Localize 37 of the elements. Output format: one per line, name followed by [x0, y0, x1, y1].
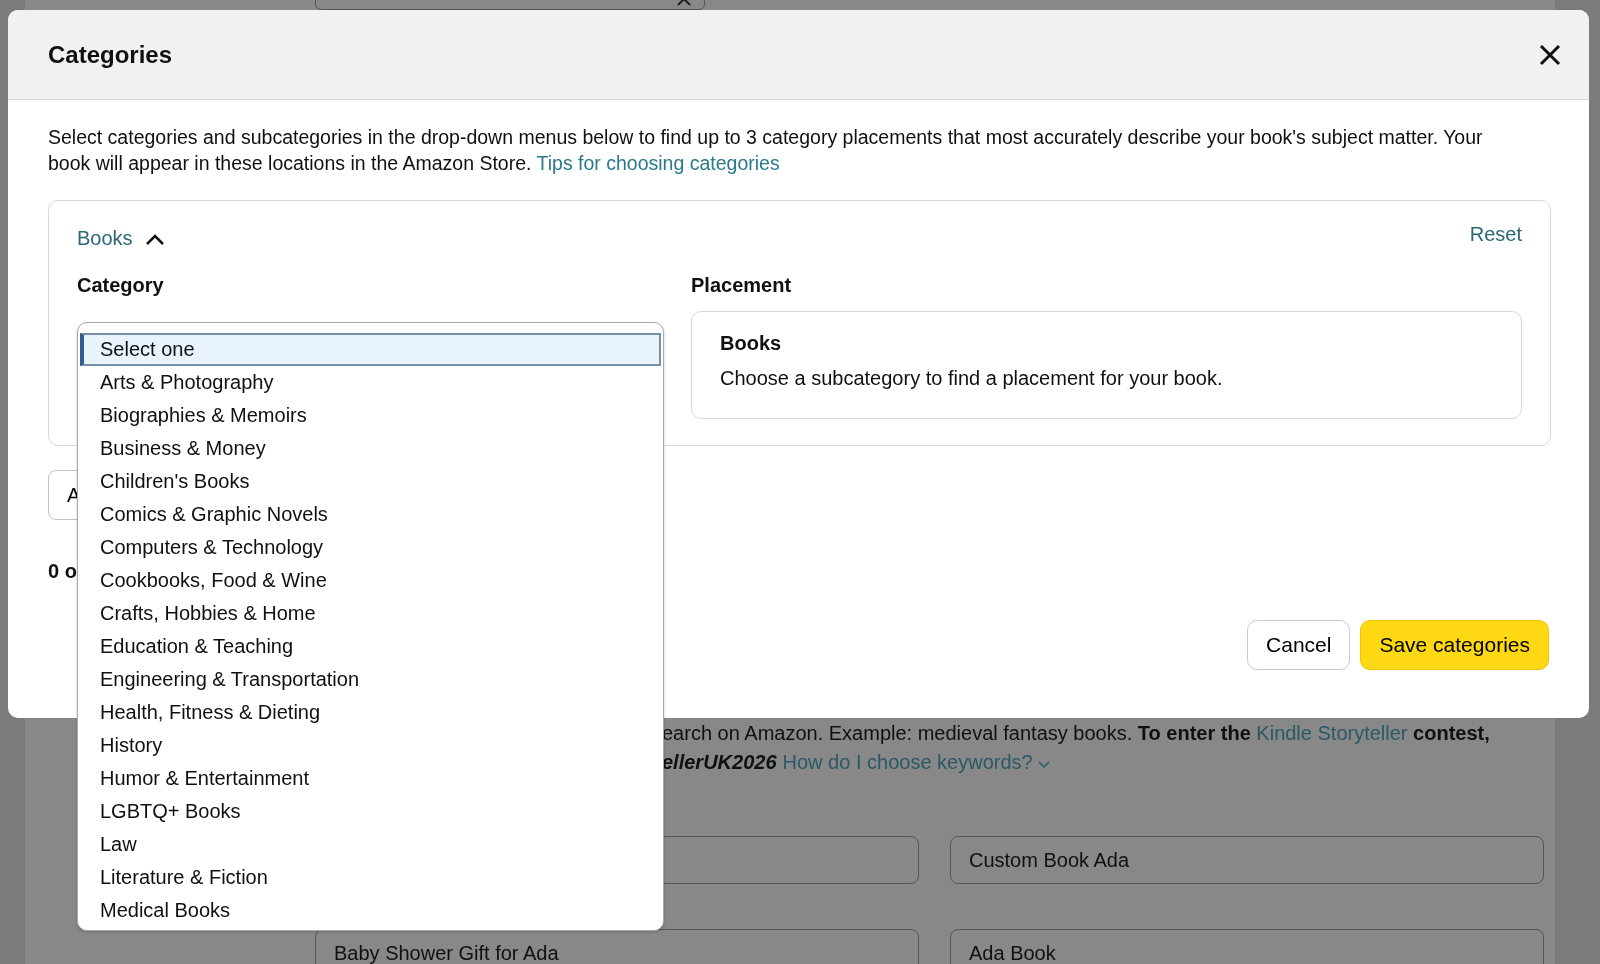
caret-icon: [1038, 761, 1051, 769]
close-icon[interactable]: [1539, 43, 1561, 66]
category-option[interactable]: Law: [80, 828, 661, 861]
category-option[interactable]: Computers & Technology: [80, 531, 661, 564]
books-toggle[interactable]: Books: [77, 227, 165, 250]
category-count: 0 o: [48, 560, 77, 583]
category-option[interactable]: Medical Books: [80, 894, 661, 927]
category-option[interactable]: Crafts, Hobbies & Home: [80, 597, 661, 630]
placement-label: Placement: [691, 274, 793, 297]
dialog-title: Categories: [48, 40, 173, 69]
reset-link[interactable]: Reset: [1469, 223, 1522, 246]
keywords-description: earch on Amazon. Example: medieval fantasy books. To enter the Kindle Storyteller contest,: [662, 722, 1490, 745]
save-button[interactable]: Save categories: [1360, 620, 1549, 670]
category-option[interactable]: Comics & Graphic Novels: [80, 498, 661, 531]
chevron-icon: [144, 232, 165, 245]
tips-link[interactable]: Tips for choosing categories: [536, 152, 780, 174]
category-option[interactable]: History: [80, 729, 661, 762]
category-option[interactable]: Health, Fitness & Dieting: [80, 696, 661, 729]
cancel-button[interactable]: Cancel: [1247, 620, 1351, 670]
intro-text: Select categories and subcategories in the drop-down menus below to find up to 3 category placements that most accurately describe your book's subject matter. Your book will appear in these locations in the Amazon Store. Tips for choosing categories: [48, 125, 1484, 176]
contest-hashtag: ellerUK2026: [662, 751, 777, 773]
category-option[interactable]: Humor & Entertainment: [80, 762, 661, 795]
category-option[interactable]: Biographies & Memoirs: [80, 399, 661, 432]
category-option[interactable]: Literature & Fiction: [80, 861, 661, 894]
category-option[interactable]: Business & Money: [80, 432, 661, 465]
placement-title: Books: [720, 332, 783, 355]
category-option[interactable]: Children's Books: [80, 465, 661, 498]
placement-text: Choose a subcategory to find a placement for your book.: [720, 367, 1224, 390]
category-option[interactable]: Cookbooks, Food & Wine: [80, 564, 661, 597]
category-option[interactable]: Arts & Photography: [80, 366, 661, 399]
category-option[interactable]: Select one: [80, 333, 661, 366]
category-option[interactable]: Education & Teaching: [80, 630, 661, 663]
category-label: Category: [77, 274, 165, 297]
category-option[interactable]: Engineering & Transportation: [80, 663, 661, 696]
keyword-field[interactable]: Custom Book Ada: [950, 836, 1544, 884]
category-option[interactable]: LGBTQ+ Books: [80, 795, 661, 828]
keyword-field[interactable]: Ada Book: [950, 929, 1544, 964]
